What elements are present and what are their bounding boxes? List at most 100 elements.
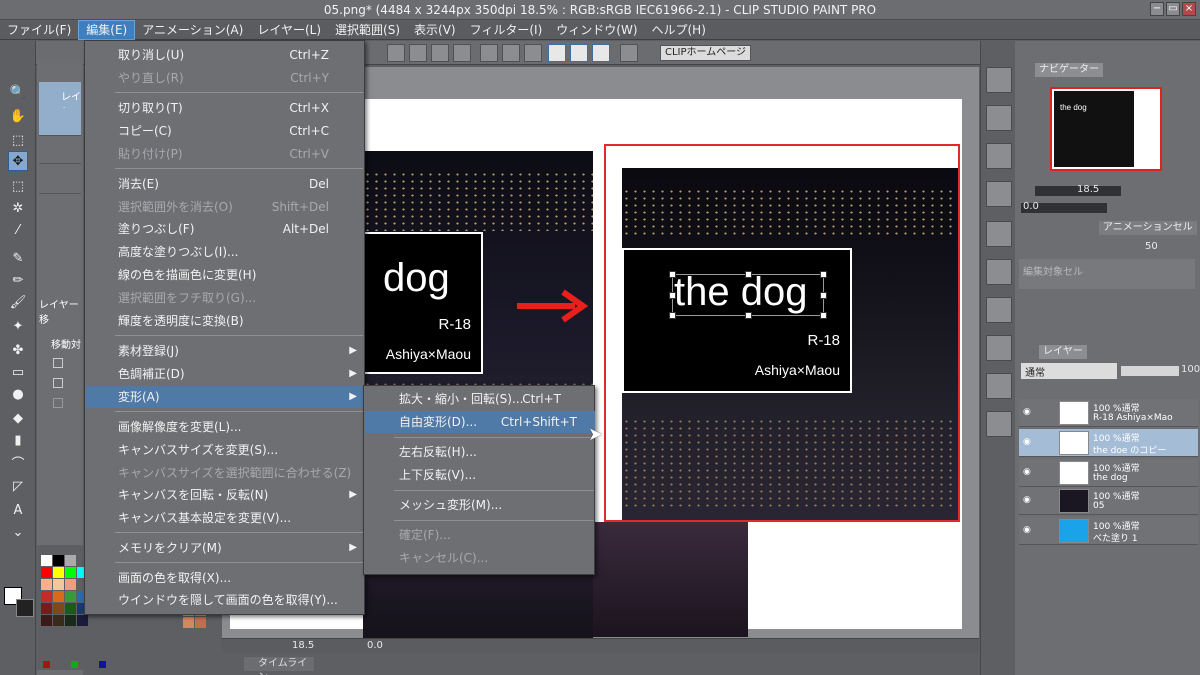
swatch[interactable] (41, 579, 52, 590)
transform-icon[interactable] (387, 44, 405, 62)
layer-row[interactable]: ◉ 100 %通常 the dog (1019, 459, 1198, 487)
option-checkbox-2[interactable] (53, 378, 63, 388)
marquee-icon[interactable]: ⬚ (8, 177, 28, 197)
swatch[interactable] (41, 603, 52, 614)
swatch[interactable] (99, 661, 106, 668)
layer-row[interactable]: ◉ 100 %通常 05 (1019, 487, 1198, 515)
submenu-item-flip-horizontal[interactable]: 左右反転(H)... (365, 441, 595, 463)
swatch[interactable] (53, 567, 64, 578)
minimize-button[interactable]: − (1150, 2, 1164, 16)
swatch[interactable] (41, 567, 52, 578)
menu-item-cut[interactable]: 切り取り(T) Ctrl+X (86, 97, 365, 119)
option-checkbox-1[interactable] (53, 358, 63, 368)
cel-target[interactable]: 編集対象セル (1019, 259, 1195, 289)
operation-icon[interactable]: ⬚ (8, 131, 28, 151)
eraser-icon[interactable]: ▭ (8, 363, 28, 383)
snap-grid-icon[interactable] (592, 44, 610, 62)
transform-handle[interactable] (669, 271, 676, 278)
close-button[interactable]: × (1182, 2, 1196, 16)
swatch[interactable] (65, 579, 76, 590)
airbrush-icon[interactable]: ✦ (8, 317, 28, 337)
menu-item-get-screen-color[interactable]: 画面の色を取得(X)... (86, 567, 365, 589)
material-icon[interactable] (986, 105, 1012, 131)
gradient-icon[interactable]: ▮ (8, 431, 28, 451)
menu-item-register-material[interactable]: 素材登録(J) ▶ (86, 340, 365, 362)
menu-item-resolution[interactable]: 画像解像度を変更(L)... (86, 416, 365, 438)
menu-item-line-color[interactable]: 線の色を描画色に変更(H) (86, 264, 365, 286)
title-card-right[interactable]: the dog R-18 Ashiya×Maou (622, 248, 852, 393)
menu-selection[interactable]: 選択範囲(S) (328, 20, 407, 40)
maximize-button[interactable]: ▭ (1166, 2, 1180, 16)
layer-row[interactable]: ◉ 100 %通常 R-18 Ashiya×Mao (1019, 399, 1198, 427)
menu-item-tonal-correction[interactable]: 色調補正(D) ▶ (86, 363, 365, 385)
menu-item-border-selection[interactable]: 選択範囲をフチ取り(G)... (86, 287, 365, 309)
sub-tool-light-table[interactable] (39, 136, 81, 164)
ruler-icon[interactable] (502, 44, 520, 62)
snap-ruler-icon[interactable] (548, 44, 566, 62)
sub-tool-extra[interactable] (39, 166, 81, 194)
transform-handle[interactable] (820, 312, 827, 319)
material-icon[interactable] (986, 181, 1012, 207)
blend-mode-select[interactable]: 通常 (1021, 363, 1117, 379)
swatch[interactable] (65, 567, 76, 578)
page-right[interactable]: the dog R-18 Ashiya×Maou (604, 144, 960, 522)
material-icon[interactable] (986, 143, 1012, 169)
figure-icon[interactable]: ⌒ (8, 455, 28, 475)
menu-file[interactable]: ファイル(F) (0, 20, 78, 40)
menu-item-clear-memory[interactable]: メモリをクリア(M) ▶ (86, 537, 365, 559)
navigator-thumbnail[interactable]: the dog (1050, 87, 1162, 171)
sub-color-swatch[interactable] (16, 599, 34, 617)
material-icon[interactable] (986, 297, 1012, 323)
tab-animation-cel[interactable]: アニメーションセル (1099, 221, 1197, 235)
menu-item-clear-outside[interactable]: 選択範囲外を消去(O) Shift+Del (86, 196, 365, 218)
menu-help[interactable]: ヘルプ(H) (645, 20, 713, 40)
swatch[interactable] (183, 617, 194, 628)
layer-row[interactable]: ◉ 100 %通常 the doe のコピー (1019, 429, 1198, 457)
pencil-icon[interactable]: ✏ (8, 271, 28, 291)
blend-icon[interactable]: ● (8, 385, 28, 405)
menu-item-hide-window-get-color[interactable]: ウインドウを隠して画面の色を取得(Y)... (86, 589, 365, 611)
frame-icon[interactable]: ◸ (8, 477, 28, 497)
menu-item-undo[interactable]: 取り消し(U) Ctrl+Z (86, 44, 365, 66)
menu-item-transform[interactable]: 変形(A) ▶ (86, 386, 365, 408)
pen-icon[interactable]: ✎ (8, 249, 28, 269)
menu-animation[interactable]: アニメーション(A) (135, 20, 250, 40)
monitor-icon[interactable] (620, 44, 638, 62)
menu-item-copy[interactable]: コピー(C) Ctrl+C (86, 120, 365, 142)
fill-tool-icon[interactable]: ◆ (8, 409, 28, 429)
menu-item-luminance[interactable]: 輝度を透明度に変換(B) (86, 310, 365, 332)
swatch[interactable] (65, 591, 76, 602)
option-checkbox-3[interactable] (53, 398, 63, 408)
material-icon[interactable] (986, 335, 1012, 361)
material-icon[interactable] (986, 373, 1012, 399)
swatch[interactable] (41, 555, 52, 566)
menu-item-canvas-size[interactable]: キャンバスサイズを変更(S)... (86, 439, 365, 461)
bucket-icon[interactable] (431, 44, 449, 62)
fill-icon[interactable] (409, 44, 427, 62)
transform-bounding-box[interactable] (669, 271, 827, 319)
clip-home-button[interactable]: CLIPホームページ (660, 45, 752, 61)
transform-handle[interactable] (745, 312, 752, 319)
sub-tool-object[interactable] (39, 108, 81, 136)
menu-item-fill[interactable]: 塗りつぶし(F) Alt+Del (86, 218, 365, 240)
submenu-item-free-transform[interactable]: 自由変形(D)... Ctrl+Shift+T (365, 411, 595, 433)
menu-item-advanced-fill[interactable]: 高度な塗りつぶし(I)... (86, 241, 365, 263)
sub-tool-layer-move[interactable]: レイヤー (39, 82, 81, 118)
material-icon[interactable] (986, 259, 1012, 285)
swatch[interactable] (53, 555, 64, 566)
eye-icon[interactable]: ◉ (1023, 467, 1035, 477)
eye-icon[interactable]: ◉ (1023, 407, 1035, 417)
zoom-icon[interactable]: 🔍 (8, 83, 28, 103)
submenu-item-confirm[interactable]: 確定(F)... (365, 524, 595, 546)
grid-icon[interactable] (524, 44, 542, 62)
submenu-item-cancel[interactable]: キャンセル(C)... (365, 547, 595, 569)
crop-icon[interactable] (453, 44, 471, 62)
transform-handle[interactable] (820, 271, 827, 278)
layer-row[interactable]: ◉ 100 %通常 べた塗り 1 (1019, 517, 1198, 545)
menu-filter[interactable]: フィルター(I) (463, 20, 550, 40)
snap-special-icon[interactable] (570, 44, 588, 62)
tab-navigator[interactable]: ナビゲーター (1035, 63, 1103, 77)
material-icon[interactable] (986, 67, 1012, 93)
status-rotate[interactable]: 0.0 (367, 640, 383, 651)
transform-handle[interactable] (669, 312, 676, 319)
